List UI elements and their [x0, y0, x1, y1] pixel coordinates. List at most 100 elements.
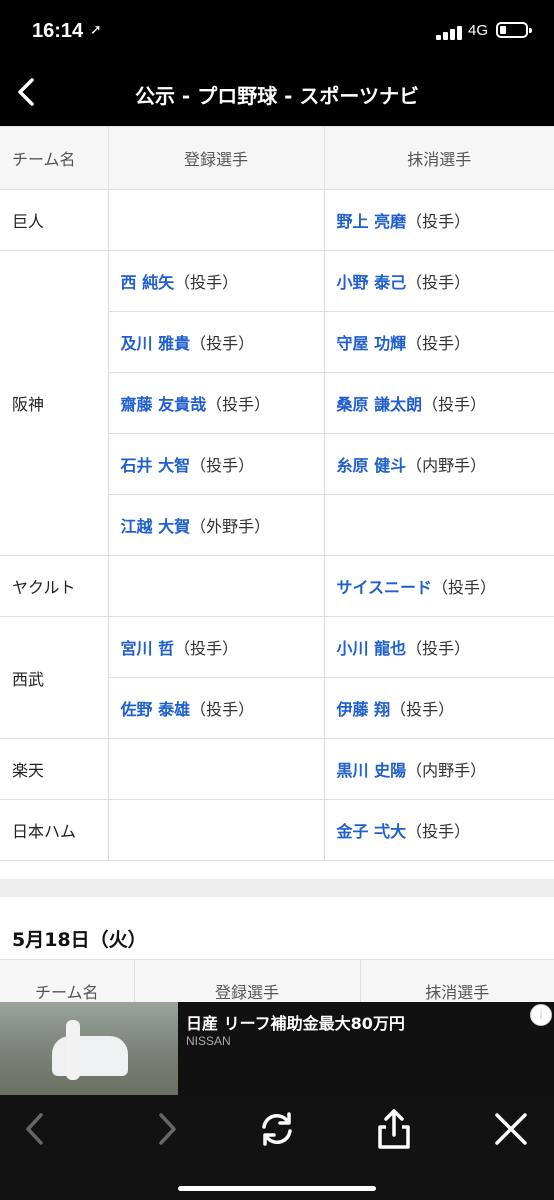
position-label: （内野手）	[406, 761, 487, 780]
header-registered: 登録選手	[107, 126, 325, 190]
ad-image	[0, 1002, 178, 1095]
deregistered-cell: 黒川 史陽（内野手）	[323, 738, 554, 800]
header-deregistered: 抹消選手	[323, 126, 554, 190]
table-header-row: チーム名 登録選手 抹消選手	[0, 126, 554, 190]
header-registered: 登録選手	[133, 959, 361, 1002]
table-row: 阪神 西 純矢（投手） 小野 泰己（投手）	[0, 250, 554, 556]
player-link[interactable]: 西 純矢	[121, 273, 175, 292]
registered-cell: 宮川 哲（投手）	[107, 616, 325, 678]
ad-brand: NISSAN	[186, 1034, 231, 1048]
registered-cell	[107, 799, 325, 861]
header-team: チーム名	[0, 126, 109, 190]
position-label: （投手）	[190, 456, 255, 475]
table-row: 楽天 黒川 史陽（内野手）	[0, 738, 554, 800]
player-link[interactable]: 江越 大賀	[121, 517, 191, 536]
deregistered-cell	[323, 494, 554, 556]
header-team: チーム名	[0, 959, 135, 1002]
player-link[interactable]: 糸原 健斗	[337, 456, 407, 475]
team-cell: 巨人	[0, 189, 109, 251]
content-area[interactable]: チーム名 登録選手 抹消選手 巨人 野上 亮磨（投手） 阪神 西 純矢（投手） …	[0, 126, 554, 1002]
back-icon	[26, 1113, 43, 1145]
registered-cell	[107, 555, 325, 617]
table-row: 巨人 野上 亮磨（投手）	[0, 189, 554, 251]
deregistered-cell: 小野 泰己（投手）	[323, 250, 554, 312]
registered-cell: 齋藤 友貴哉（投手）	[108, 372, 325, 434]
header-deregistered: 抹消選手	[359, 959, 554, 1002]
team-cell: 西武	[0, 616, 109, 739]
location-arrow-icon: ➚	[90, 22, 102, 38]
ad-banner[interactable]: 日産 リーフ補助金最大80万円 NISSAN i	[0, 1002, 554, 1095]
team-cell: 阪神	[0, 250, 109, 556]
player-link[interactable]: 伊藤 翔	[337, 700, 391, 719]
position-label: （投手）	[406, 639, 471, 658]
deregistered-cell: 守屋 功輝（投手）	[323, 311, 554, 373]
deregistered-cell: 野上 亮磨（投手）	[323, 189, 554, 251]
player-link[interactable]: 金子 弌大	[337, 822, 407, 841]
position-label: （投手）	[432, 578, 497, 597]
share-button[interactable]	[372, 1107, 416, 1151]
forward-icon	[159, 1113, 176, 1145]
section-divider	[0, 879, 554, 897]
registered-cell: 石井 大智（投手）	[108, 433, 325, 495]
player-link[interactable]: 小野 泰己	[337, 273, 407, 292]
status-bar: 16:14 ➚ 4G	[0, 0, 554, 60]
signal-icon	[436, 26, 466, 40]
position-label: （投手）	[406, 212, 471, 231]
section-spacer	[0, 861, 554, 879]
close-button[interactable]	[489, 1107, 533, 1151]
registered-cell	[107, 189, 325, 251]
player-link[interactable]: 宮川 哲	[121, 639, 175, 658]
deregistered-cell: 伊藤 翔（投手）	[323, 677, 554, 739]
position-label: （外野手）	[190, 517, 271, 536]
battery-icon	[496, 22, 532, 38]
table-row: 西武 宮川 哲（投手） 小川 龍也（投手）	[0, 616, 554, 739]
browser-toolbar	[0, 1095, 554, 1200]
table-row: ヤクルト サイスニード（投手）	[0, 555, 554, 617]
player-link[interactable]: 守屋 功輝	[337, 334, 407, 353]
table-row: 日本ハム 金子 弌大（投手）	[0, 799, 554, 861]
player-link[interactable]: 桑原 謙太朗	[337, 395, 423, 414]
position-label: （投手）	[406, 273, 471, 292]
team-cell: 日本ハム	[0, 799, 109, 861]
player-link[interactable]: サイスニード	[337, 578, 433, 597]
close-icon	[495, 1113, 527, 1145]
registered-cell: 及川 雅貴（投手）	[108, 311, 325, 373]
deregistered-cell: 小川 龍也（投手）	[323, 616, 554, 678]
home-indicator[interactable]	[178, 1186, 376, 1191]
player-link[interactable]: 野上 亮磨	[337, 212, 407, 231]
registered-cell: 西 純矢（投手）	[107, 250, 325, 312]
player-link[interactable]: 及川 雅貴	[121, 334, 191, 353]
position-label: （投手）	[174, 639, 239, 658]
position-label: （投手）	[190, 700, 255, 719]
position-label: （投手）	[190, 334, 255, 353]
deregistered-cell: サイスニード（投手）	[323, 555, 554, 617]
registered-cell: 江越 大賀（外野手）	[108, 494, 325, 556]
network-type: 4G	[468, 22, 489, 39]
player-link[interactable]: 小川 龍也	[337, 639, 407, 658]
share-icon	[378, 1109, 410, 1149]
player-link[interactable]: 黒川 史陽	[337, 761, 407, 780]
position-label: （内野手）	[406, 456, 487, 475]
position-label: （投手）	[422, 395, 487, 414]
player-link[interactable]: 齋藤 友貴哉	[121, 395, 207, 414]
deregistered-cell: 金子 弌大（投手）	[323, 799, 554, 861]
ad-headline[interactable]: 日産 リーフ補助金最大80万円	[186, 1010, 405, 1034]
forward-button[interactable]	[144, 1107, 188, 1151]
team-cell: ヤクルト	[0, 555, 109, 617]
position-label: （投手）	[174, 273, 239, 292]
registration-table-next: チーム名 登録選手 抹消選手	[0, 959, 554, 1002]
deregistered-cell: 糸原 健斗（内野手）	[323, 433, 554, 495]
status-time: 16:14	[32, 20, 84, 42]
player-link[interactable]: 佐野 泰雄	[121, 700, 191, 719]
position-label: （投手）	[406, 334, 471, 353]
position-label: （投手）	[406, 822, 471, 841]
ad-info-icon[interactable]: i	[530, 1004, 552, 1026]
reload-button[interactable]	[255, 1107, 299, 1151]
back-button[interactable]	[14, 1107, 58, 1151]
position-label: （投手）	[206, 395, 271, 414]
table-header-row: チーム名 登録選手 抹消選手	[0, 959, 554, 1002]
player-link[interactable]: 石井 大智	[121, 456, 191, 475]
nav-bar: 公示 - プロ野球 - スポーツナビ	[0, 60, 554, 126]
registered-cell: 佐野 泰雄（投手）	[108, 677, 325, 739]
reload-icon	[262, 1112, 292, 1146]
